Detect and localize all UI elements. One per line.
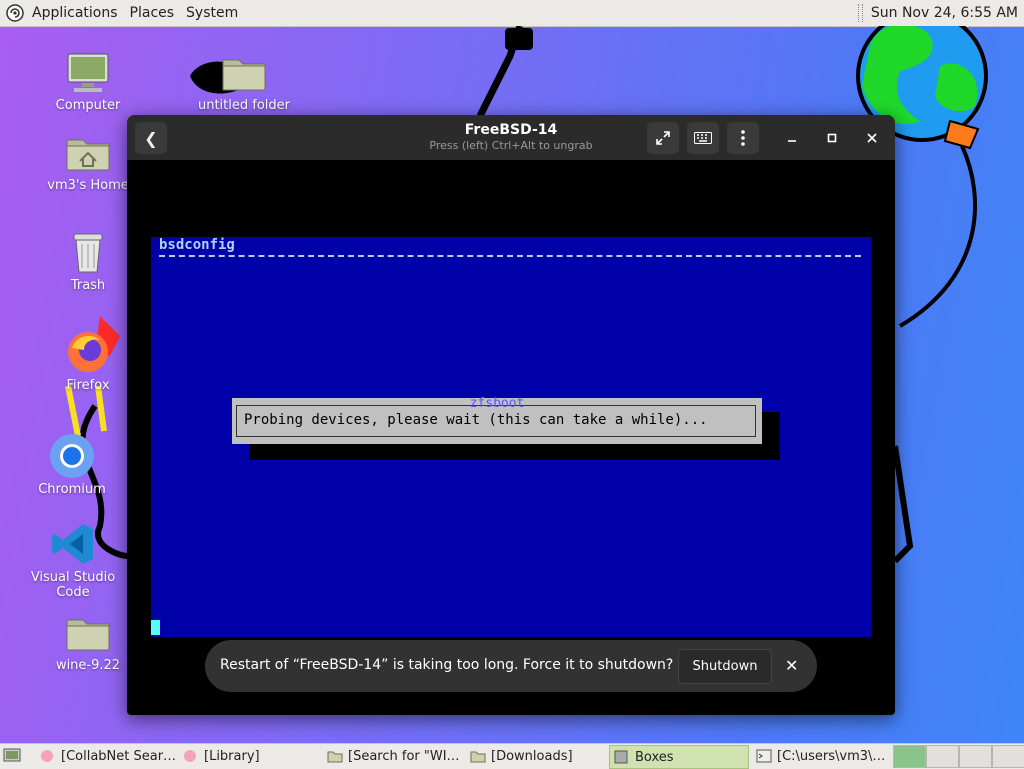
header-rule <box>159 255 861 257</box>
firefox-icon <box>64 328 112 376</box>
text-cursor <box>151 620 160 635</box>
task-downloads[interactable]: [Downloads] <box>466 745 606 767</box>
computer-icon <box>64 48 112 96</box>
task-boxes[interactable]: Boxes <box>609 745 749 769</box>
task-library[interactable]: [Library] <box>179 745 319 767</box>
workspace-3[interactable] <box>959 745 992 768</box>
applications-menu[interactable]: Applications <box>26 0 124 26</box>
show-desktop-icon[interactable] <box>3 748 21 764</box>
boxes-icon <box>614 750 630 764</box>
keyboard-button[interactable] <box>687 122 719 154</box>
desktop-icon-untitled-folder[interactable]: untitled folder <box>189 48 299 113</box>
keyboard-icon <box>694 132 712 144</box>
top-panel: Applications Places System Sun Nov 24, 6… <box>0 0 1024 27</box>
desktop-icon-chromium[interactable]: Chromium <box>17 432 127 497</box>
trash-icon <box>64 228 112 276</box>
window-title: FreeBSD-14 <box>464 122 558 138</box>
desktop-icon-vscode[interactable]: Visual Studio Code <box>18 520 128 600</box>
window-subtitle: Press (left) Ctrl+Alt to ungrab <box>429 139 593 152</box>
distro-logo-icon[interactable] <box>6 4 24 22</box>
panel-handle[interactable] <box>857 4 863 22</box>
toast-message: Restart of “FreeBSD-14” is taking too lo… <box>220 657 674 673</box>
boxes-window: ❮ FreeBSD-14 Press (left) Ctrl+Alt to un… <box>127 115 895 715</box>
task-terminal[interactable]: [C:\users\vm3\… <box>752 745 886 767</box>
bsdconfig-header: bsdconfig <box>159 237 235 253</box>
folder-icon <box>220 48 268 96</box>
vscode-icon <box>49 520 97 568</box>
system-menu[interactable]: System <box>180 0 244 26</box>
taskbar: [CollabNet Sear… [Library] [Search for "… <box>0 743 1024 769</box>
browser-icon <box>40 749 56 763</box>
workspace-2[interactable] <box>926 745 959 768</box>
toast-close-icon[interactable]: ✕ <box>785 656 798 675</box>
folder-icon <box>327 749 343 763</box>
dialog-title: zfsboot <box>469 396 525 411</box>
minimize-button[interactable] <box>782 128 802 148</box>
desktop-icon-computer[interactable]: Computer <box>33 48 143 113</box>
close-icon <box>867 133 877 143</box>
shutdown-toast: Restart of “FreeBSD-14” is taking too lo… <box>205 640 817 692</box>
maximize-icon <box>827 133 837 143</box>
close-button[interactable] <box>862 128 882 148</box>
browser-icon <box>183 749 199 763</box>
task-collabnet[interactable]: [CollabNet Sear… <box>36 745 176 767</box>
workspace-1[interactable] <box>893 745 926 768</box>
dialog-message: Probing devices, please wait (this can t… <box>244 412 708 428</box>
titlebar[interactable]: ❮ FreeBSD-14 Press (left) Ctrl+Alt to un… <box>127 115 895 160</box>
clock[interactable]: Sun Nov 24, 6:55 AM <box>871 5 1018 21</box>
task-search[interactable]: [Search for "WI… <box>323 745 463 767</box>
places-menu[interactable]: Places <box>124 0 181 26</box>
workspace-4[interactable] <box>992 745 1024 768</box>
terminal-icon <box>756 749 772 763</box>
zfsboot-dialog: zfsboot Probing devices, please wait (th… <box>232 396 762 444</box>
menu-button[interactable] <box>727 122 759 154</box>
folder-icon <box>470 749 486 763</box>
home-folder-icon <box>64 128 112 176</box>
maximize-button[interactable] <box>822 128 842 148</box>
vm-display[interactable]: bsdconfig zfsboot Probing devices, pleas… <box>151 237 871 637</box>
shutdown-button[interactable]: Shutdown <box>678 649 772 684</box>
fullscreen-icon <box>656 131 670 145</box>
chromium-icon <box>48 432 96 480</box>
kebab-menu-icon <box>741 130 745 146</box>
folder-icon <box>64 608 112 656</box>
minimize-icon <box>788 140 796 142</box>
fullscreen-button[interactable] <box>647 122 679 154</box>
